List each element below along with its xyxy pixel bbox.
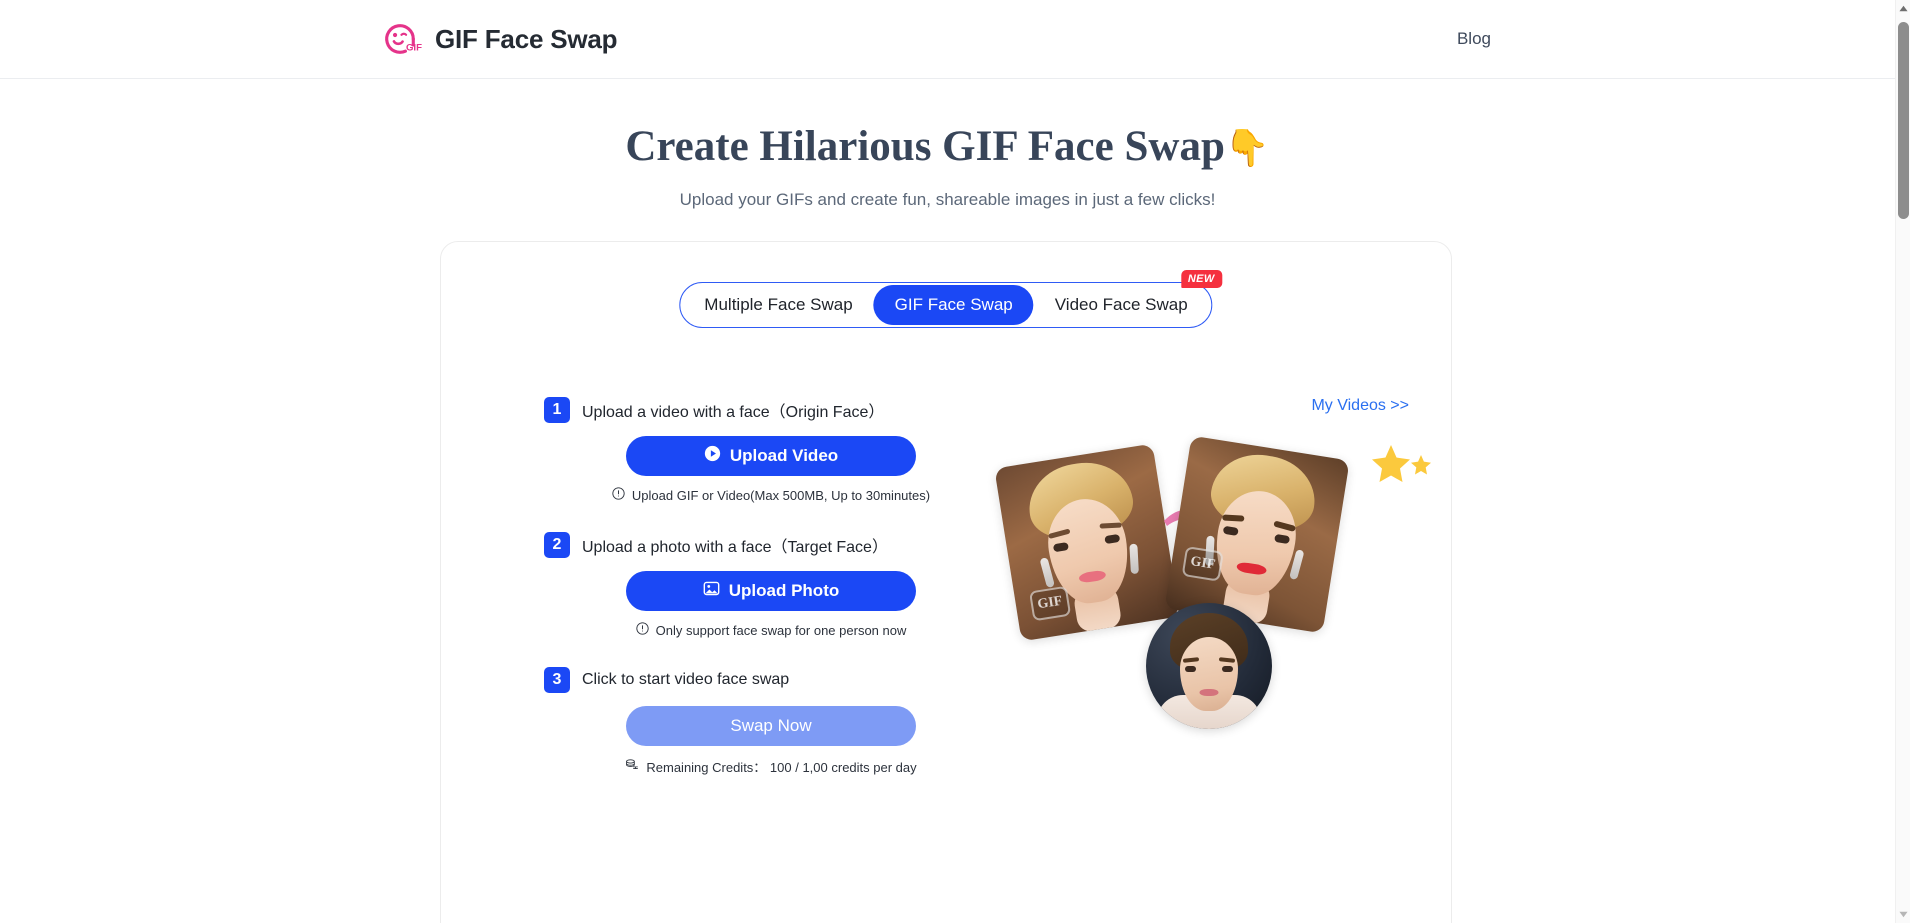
target-face [1180, 637, 1238, 711]
face-swap-card: Multiple Face Swap GIF Face Swap Video F… [440, 241, 1452, 923]
result-gif-watermark: GIF [1181, 546, 1224, 582]
target-eye-right [1222, 666, 1233, 672]
upload-video-button-label: Upload Video [729, 446, 839, 465]
step-2-hint-text: Only support face swap for one person no… [655, 622, 907, 638]
my-videos-link[interactable]: My Videos >> [1311, 397, 1409, 415]
step-3-hint: Remaining Credits： 100 / 1,00 credits pe… [441, 757, 1001, 776]
preview-panel: My Videos >> GIF GIF [994, 397, 1431, 817]
step-1-button-wrap: Upload Video [441, 436, 1001, 476]
upload-photo-button-label: Upload Photo [728, 581, 840, 600]
origin-face-photo: GIF [994, 443, 1180, 642]
step-1-label: Upload a video with a face（Origin Face） [582, 404, 885, 421]
step-1-header: 1 Upload a video with a face（Origin Face… [441, 397, 1001, 423]
page-subtitle: Upload your GIFs and create fun, shareab… [679, 189, 1216, 209]
new-badge: NEW [1180, 270, 1223, 289]
page-title: Create Hilarious GIF Face Swap👇 [0, 121, 1895, 173]
tab-video-face-swap-label: Video Face Swap [1054, 295, 1188, 314]
svg-text:GIF: GIF [406, 42, 422, 53]
result-brow-left [1222, 514, 1245, 522]
header-nav: Blog [1443, 21, 1895, 57]
site-header: GIF GIF Face Swap Blog [0, 0, 1895, 79]
step-3: 3 Click to start video face swap Swap No… [441, 667, 1001, 776]
play-circle-icon [704, 445, 721, 467]
step-spacer-1 [441, 503, 1001, 532]
page-title-text: Create Hilarious GIF Face Swap [625, 123, 1225, 170]
swapped-result-photo: GIF [1164, 435, 1350, 634]
step-1-hint-text: Upload GIF or Video(Max 500MB, Up to 30m… [631, 487, 931, 503]
step-2-header: 2 Upload a photo with a face（Target Face… [441, 532, 1001, 558]
face-swap-illustration: GIF GIF [994, 433, 1431, 813]
step-1: 1 Upload a video with a face（Origin Face… [441, 397, 1001, 503]
target-eye-left [1185, 666, 1196, 672]
tab-multiple-face-swap[interactable]: Multiple Face Swap [683, 285, 873, 325]
yellow-stars-icon [1365, 443, 1435, 491]
step-3-header: 3 Click to start video face swap [441, 667, 1001, 693]
target-lips [1199, 689, 1219, 696]
face-swap-mode-tabs: Multiple Face Swap GIF Face Swap Video F… [679, 270, 1223, 328]
page-viewport: GIF GIF Face Swap Blog Create Hilarious … [0, 0, 1910, 923]
info-circle-icon [635, 622, 649, 638]
upload-video-button[interactable]: Upload Video [626, 436, 916, 476]
info-circle-icon [612, 487, 625, 503]
origin-gif-watermark: GIF [1028, 585, 1072, 622]
gif-face-logo-icon: GIF [378, 17, 422, 61]
origin-earring-right [1129, 543, 1139, 575]
scroll-down-arrow-icon[interactable] [1896, 906, 1910, 923]
step-3-button-wrap: Swap Now [441, 706, 1001, 746]
step-2-number: 2 [544, 532, 570, 558]
upload-photo-button[interactable]: Upload Photo [626, 571, 916, 611]
scroll-up-arrow-icon[interactable] [1896, 0, 1910, 17]
brand-home-link[interactable]: GIF GIF Face Swap [378, 17, 618, 61]
tab-gif-face-swap[interactable]: GIF Face Swap [873, 285, 1034, 325]
step-3-label: Click to start video face swap [582, 671, 790, 688]
step-3-hint-text: Remaining Credits： 100 / 1,00 credits pe… [646, 760, 917, 775]
scrollbar-thumb[interactable] [1898, 22, 1909, 219]
swap-now-button[interactable]: Swap Now [626, 706, 916, 746]
step-2-label: Upload a photo with a face（Target Face） [582, 539, 888, 556]
step-2-button-wrap: Upload Photo [441, 571, 1001, 611]
step-3-number: 3 [544, 667, 570, 693]
credits-stack-icon [625, 758, 639, 775]
step-2-hint: Only support face swap for one person no… [441, 622, 1001, 638]
step-1-hint: Upload GIF or Video(Max 500MB, Up to 30m… [441, 487, 1001, 503]
image-icon [703, 580, 720, 602]
step-2: 2 Upload a photo with a face（Target Face… [441, 532, 1001, 638]
pointing-down-emoji-icon: 👇 [1224, 128, 1270, 169]
brand-title: GIF Face Swap [435, 23, 618, 54]
hero-section: Create Hilarious GIF Face Swap👇 Upload y… [0, 79, 1895, 210]
step-spacer-2 [441, 638, 1001, 667]
target-face-photo [1146, 603, 1272, 729]
step-1-number: 1 [544, 397, 570, 423]
tab-video-face-swap[interactable]: Video Face Swap NEW [1034, 270, 1223, 325]
nav-link-blog[interactable]: Blog [1443, 21, 1505, 57]
page-scrollbar[interactable] [1895, 0, 1910, 923]
steps-panel: 1 Upload a video with a face（Origin Face… [441, 397, 1001, 776]
